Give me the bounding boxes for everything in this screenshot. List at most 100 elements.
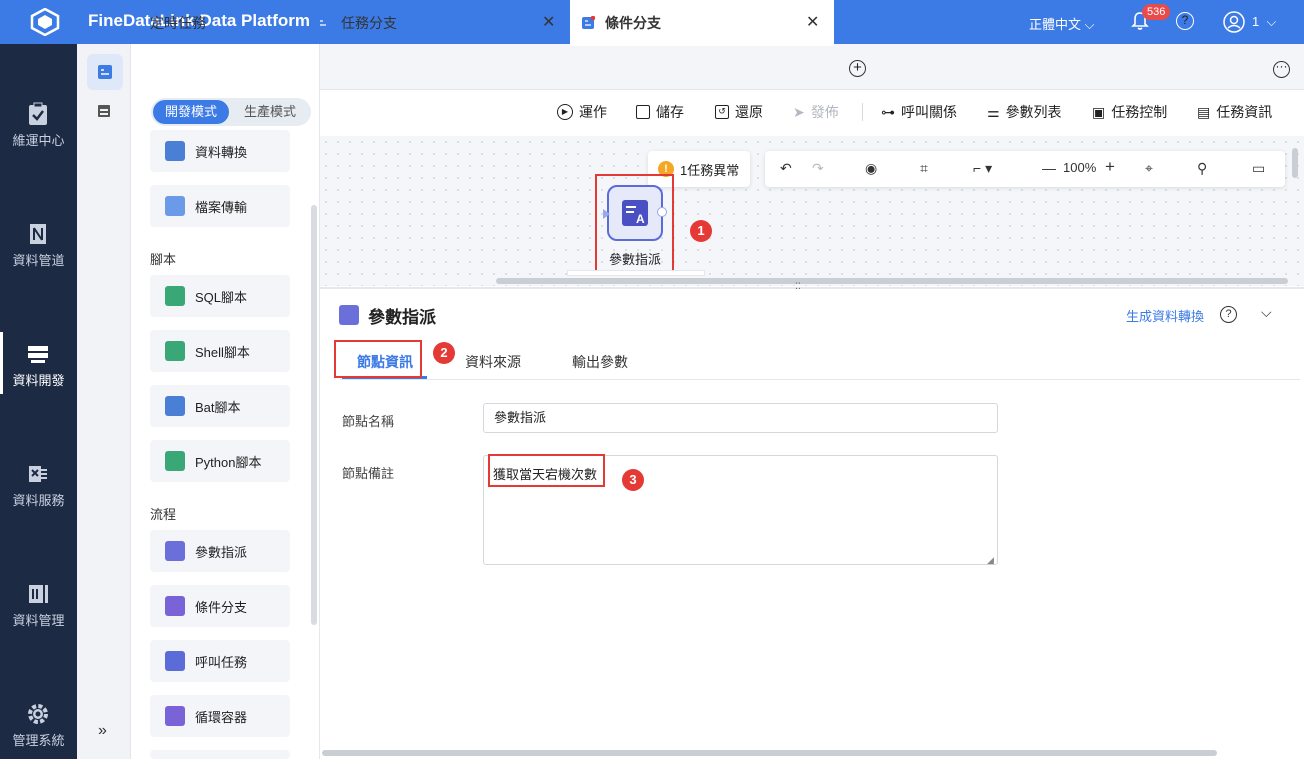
task-info-label: 任務資訊 (1216, 104, 1273, 120)
play-icon: ▶ (557, 104, 573, 120)
resize-handle-icon[interactable]: ⁚⁚ (795, 282, 801, 291)
task-control-label: 任務控制 (1111, 104, 1168, 120)
save-button[interactable]: 儲存 (636, 102, 684, 122)
palette-shell-script[interactable]: Shell腳本 (150, 330, 290, 372)
app-logo-icon[interactable] (30, 8, 60, 36)
close-icon[interactable]: ✕ (542, 0, 555, 46)
palette-bat-script[interactable]: Bat腳本 (150, 385, 290, 427)
connector-style-icon[interactable]: ⌐ ▾ (973, 160, 992, 177)
palette-label: Bat腳本 (195, 399, 241, 415)
nav-item-ops[interactable]: 維運中心 (0, 84, 77, 164)
more-icon[interactable]: ··· (1273, 60, 1290, 78)
resize-grip-icon[interactable]: ◢ (987, 555, 994, 566)
search-icon[interactable]: ⚲ (1197, 160, 1207, 177)
nav-item-manage[interactable]: 資料管理 (0, 564, 77, 644)
nav-item-system[interactable]: 管理系統 (0, 684, 77, 764)
tab-output-params[interactable]: 輸出參數 (572, 352, 628, 372)
node-note-label: 節點備註 (342, 466, 395, 481)
zoom-level: 100% (1063, 160, 1097, 175)
branch-icon (165, 596, 185, 616)
generate-data-transform-link[interactable]: 生成資料轉換 (1126, 306, 1204, 325)
main-nav: 維運中心 資料管道 資料開發 資料服務 資料管理 管理系統 (0, 44, 77, 759)
help-icon[interactable]: ? (1176, 12, 1194, 30)
zoom-in-icon[interactable]: + (1105, 157, 1115, 177)
resource-icon[interactable] (96, 103, 112, 119)
nav-item-dev[interactable]: 資料開發 (0, 324, 77, 404)
section-flow: 流程 (150, 507, 177, 522)
help-icon[interactable]: ? (1220, 306, 1237, 323)
secondary-sidebar (77, 44, 131, 759)
palette-label: SQL腳本 (195, 289, 248, 305)
palette-more[interactable] (150, 750, 290, 759)
palette-data-transform[interactable]: 資料轉換 (150, 130, 290, 172)
palette-label: 檔案傳輸 (195, 199, 248, 215)
run-button[interactable]: ▶ 運作 (557, 102, 607, 122)
close-icon[interactable]: ✕ (806, 0, 819, 46)
publish-label: 發佈 (810, 104, 839, 120)
palette-label: Shell腳本 (195, 344, 250, 360)
run-label: 運作 (579, 104, 607, 120)
highlight-box-tab (334, 340, 422, 378)
redo-icon[interactable]: ↷ (812, 160, 824, 177)
call-relation-label: 呼叫關係 (901, 104, 957, 120)
language-selector[interactable]: 正體中文 ⌵ (1029, 14, 1095, 33)
param-assign-icon (165, 541, 185, 561)
user-number[interactable]: 1 ⌵ (1252, 14, 1276, 30)
python-icon (165, 451, 185, 471)
task-info-button[interactable]: ▤ 任務資訊 (1197, 102, 1272, 122)
panel-h-scrollbar[interactable] (322, 750, 1217, 756)
tab-task-branch[interactable]: 任務分支 ✕ (306, 0, 568, 46)
marker-2: 2 (433, 342, 455, 364)
palette-label: Python腳本 (195, 454, 262, 470)
panel-divider[interactable] (320, 287, 1304, 289)
canvas-h-scrollbar[interactable] (496, 278, 1288, 284)
task-icon (98, 65, 112, 79)
nav-item-service[interactable]: 資料服務 (0, 444, 77, 524)
fit-view-icon[interactable]: ⌗ (920, 160, 928, 177)
task-control-button[interactable]: ▣ 任務控制 (1092, 102, 1167, 122)
tab-label: 任務分支 (341, 15, 397, 31)
palette-scrollbar[interactable] (311, 205, 317, 625)
palette-label: 參數指派 (195, 544, 248, 560)
data-manage-icon (29, 585, 48, 603)
palette-loop-container[interactable]: 循環容器 (150, 695, 290, 737)
collapse-chevron-icon[interactable]: ⌵ (1261, 304, 1272, 321)
zoom-out-icon[interactable]: — (1042, 160, 1056, 176)
highlight-box-note (488, 454, 605, 487)
palette-file-transfer[interactable]: 檔案傳輸 (150, 185, 290, 227)
task-tab-icon (317, 17, 329, 29)
save-icon (636, 105, 650, 119)
nav-item-pipeline[interactable]: 資料管道 (0, 204, 77, 284)
tab-data-source[interactable]: 資料來源 (465, 352, 521, 372)
call-relation-button[interactable]: ⊶ 呼叫關係 (881, 102, 957, 122)
palette-python-script[interactable]: Python腳本 (150, 440, 290, 482)
bat-icon (165, 396, 185, 416)
nav-label: 資料管理 (12, 613, 65, 628)
canvas-v-scrollbar[interactable] (1292, 148, 1298, 178)
relation-icon: ⊶ (881, 103, 895, 120)
service-icon (29, 466, 47, 482)
restore-button[interactable]: ↺ 還原 (715, 102, 763, 122)
user-avatar-icon[interactable] (1223, 11, 1245, 33)
palette-param-assign[interactable]: 參數指派 (150, 530, 290, 572)
message-icon: ▤ (1197, 103, 1211, 120)
expand-icon[interactable]: » (98, 722, 107, 740)
add-tab-icon[interactable]: + (849, 60, 866, 77)
palette-call-task[interactable]: 呼叫任務 (150, 640, 290, 682)
prod-mode-button[interactable]: 生產模式 (233, 100, 307, 124)
node-name-input[interactable]: 參數指派 (483, 403, 998, 433)
marker-1: 1 (690, 220, 712, 242)
param-list-button[interactable]: ⚌ 參數列表 (987, 102, 1062, 122)
undo-icon[interactable]: ↶ (780, 160, 792, 177)
param-list-label: 參數列表 (1005, 104, 1062, 120)
minimap-icon[interactable]: ▭ (1252, 160, 1265, 177)
tab-scheduled[interactable]: 定時任務 (150, 0, 206, 46)
publish-button[interactable]: ➤ 發佈 (793, 102, 839, 122)
task-tab-icon (582, 16, 595, 29)
theme-icon[interactable]: ◉ (865, 160, 877, 177)
palette-sql-script[interactable]: SQL腳本 (150, 275, 290, 317)
locate-icon[interactable]: ⌖ (1145, 160, 1153, 177)
dev-mode-button[interactable]: 開發模式 (153, 100, 229, 124)
tab-condition-branch[interactable]: 條件分支 ✕ (570, 0, 834, 46)
palette-condition-branch[interactable]: 條件分支 (150, 585, 290, 627)
